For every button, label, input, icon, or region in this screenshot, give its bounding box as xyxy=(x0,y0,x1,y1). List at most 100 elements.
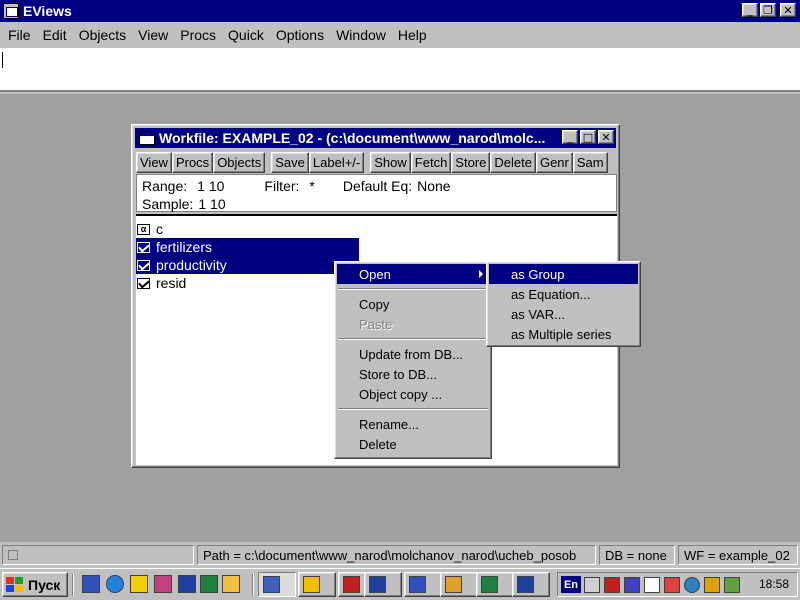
workfile-toolbar: View Procs Objects Save Label+/- Show Fe… xyxy=(136,152,617,173)
start-label: Пуск xyxy=(28,576,61,593)
tray-icon[interactable] xyxy=(624,577,640,593)
list-item[interactable]: productivity xyxy=(136,256,359,274)
taskbar-button[interactable] xyxy=(298,572,336,597)
tray-icon[interactable] xyxy=(684,577,700,593)
clock[interactable]: 18:58 xyxy=(759,577,789,591)
status-db: DB = none xyxy=(599,545,675,565)
list-item[interactable]: fertilizers xyxy=(136,238,359,256)
store-button[interactable]: Store xyxy=(451,152,491,173)
taskbar-button[interactable] xyxy=(440,572,478,597)
maximize-icon[interactable]: □ xyxy=(580,130,596,144)
menu-item-store-to-db[interactable]: Store to DB... xyxy=(337,364,489,384)
default-eq-label: Default Eq: xyxy=(342,178,413,194)
tray-icon[interactable] xyxy=(664,577,680,593)
genr-button[interactable]: Genr xyxy=(535,152,573,173)
windows-logo-icon xyxy=(6,576,24,593)
menu-item-label: as Group xyxy=(511,266,565,282)
tray-icon[interactable] xyxy=(604,577,620,593)
menu-item-label: as VAR... xyxy=(511,306,565,322)
word-icon xyxy=(517,576,534,593)
taskbar-excel-button[interactable] xyxy=(476,572,514,597)
taskbar: Пуск En 18:58 xyxy=(0,568,800,600)
menu-item-open[interactable]: Open xyxy=(337,264,489,284)
tray-icon[interactable] xyxy=(724,577,740,593)
menu-view[interactable]: View xyxy=(132,27,174,43)
browser-icon[interactable] xyxy=(106,575,124,593)
workfile-title-bar[interactable]: Workfile: EXAMPLE_02 - (c:\document\www_… xyxy=(135,128,616,148)
eviews-app-icon[interactable] xyxy=(3,3,19,19)
menu-item-object-copy[interactable]: Object copy ... xyxy=(337,384,489,404)
menu-separator xyxy=(338,338,488,340)
menu-item-as-group[interactable]: as Group xyxy=(489,264,638,284)
close-icon[interactable]: ✕ xyxy=(780,3,796,17)
range-value: 1 10 xyxy=(197,178,225,194)
menu-item-update-from-db[interactable]: Update from DB... xyxy=(337,344,489,364)
label-toggle-button[interactable]: Label+/- xyxy=(308,152,365,173)
quicklaunch-icon[interactable] xyxy=(130,575,148,593)
menu-item-as-equation[interactable]: as Equation... xyxy=(489,284,638,304)
excel-icon[interactable] xyxy=(200,575,218,593)
open-submenu: as Group as Equation... as VAR... as Mul… xyxy=(486,261,641,347)
minimize-icon[interactable]: _ xyxy=(742,3,758,17)
volume-icon[interactable] xyxy=(584,577,600,593)
menu-edit[interactable]: Edit xyxy=(37,27,73,43)
menu-bar: File Edit Objects View Procs Quick Optio… xyxy=(0,24,800,46)
menu-item-as-var[interactable]: as VAR... xyxy=(489,304,638,324)
menu-separator xyxy=(338,288,488,290)
objects-button[interactable]: Objects xyxy=(213,152,266,173)
close-icon[interactable]: ✕ xyxy=(598,130,614,144)
command-window[interactable] xyxy=(0,48,800,92)
sample-label: Sample: xyxy=(142,196,194,212)
taskbar-button[interactable] xyxy=(404,572,442,597)
coef-icon: α xyxy=(137,223,150,235)
delete-button[interactable]: Delete xyxy=(490,152,536,173)
show-button[interactable]: Show xyxy=(370,152,411,173)
procs-button[interactable]: Procs xyxy=(171,152,214,173)
tray-icon[interactable] xyxy=(704,577,720,593)
status-wf: WF = example_02 xyxy=(678,545,798,565)
view-button[interactable]: View xyxy=(136,152,172,173)
list-item[interactable]: α c xyxy=(136,220,617,238)
start-button[interactable]: Пуск xyxy=(2,572,68,597)
menu-item-rename[interactable]: Rename... xyxy=(337,414,489,434)
app-caption-buttons: _ ❐ ✕ xyxy=(742,3,796,17)
workfile-info-panel: Range: 1 10 Filter: * Default Eq: None S… xyxy=(136,174,617,212)
excel-icon xyxy=(481,576,498,593)
filter-label: Filter: xyxy=(264,178,300,194)
menu-item-as-multiple-series[interactable]: as Multiple series xyxy=(489,324,638,344)
status-indicator-icon xyxy=(8,550,18,560)
taskbar-word-button[interactable] xyxy=(512,572,550,597)
taskbar-word-button[interactable] xyxy=(364,572,402,597)
save-button[interactable]: Save xyxy=(271,152,309,173)
sample-button[interactable]: Sam xyxy=(572,152,608,173)
menu-objects[interactable]: Objects xyxy=(73,27,132,43)
quicklaunch-icon[interactable] xyxy=(154,575,172,593)
app-title-bar[interactable]: EViews _ ❐ ✕ xyxy=(0,0,800,22)
quicklaunch-icon[interactable] xyxy=(82,575,100,593)
language-indicator[interactable]: En xyxy=(561,576,581,593)
menu-separator xyxy=(338,408,488,410)
menu-item-delete[interactable]: Delete xyxy=(337,434,489,454)
restore-icon[interactable]: ❐ xyxy=(760,3,776,17)
fetch-button[interactable]: Fetch xyxy=(410,152,452,173)
menu-window[interactable]: Window xyxy=(330,27,392,43)
status-message xyxy=(2,545,194,565)
taskbar-eviews-button[interactable] xyxy=(258,572,296,597)
menu-file[interactable]: File xyxy=(2,27,37,43)
series-icon xyxy=(137,277,150,289)
quicklaunch-icon[interactable] xyxy=(222,575,240,593)
menu-help[interactable]: Help xyxy=(392,27,433,43)
menu-quick[interactable]: Quick xyxy=(222,27,270,43)
minimize-icon[interactable]: _ xyxy=(562,130,578,144)
word-icon[interactable] xyxy=(178,575,196,593)
task-icon xyxy=(303,576,320,593)
menu-item-copy[interactable]: Copy xyxy=(337,294,489,314)
menu-item-label: Delete xyxy=(359,436,397,452)
default-eq-value: None xyxy=(417,178,451,194)
workfile-icon[interactable] xyxy=(139,131,155,145)
tray-icon[interactable] xyxy=(644,577,660,593)
menu-procs[interactable]: Procs xyxy=(174,27,222,43)
menu-item-label: Open xyxy=(359,266,391,282)
task-icon xyxy=(445,576,462,593)
menu-options[interactable]: Options xyxy=(270,27,330,43)
